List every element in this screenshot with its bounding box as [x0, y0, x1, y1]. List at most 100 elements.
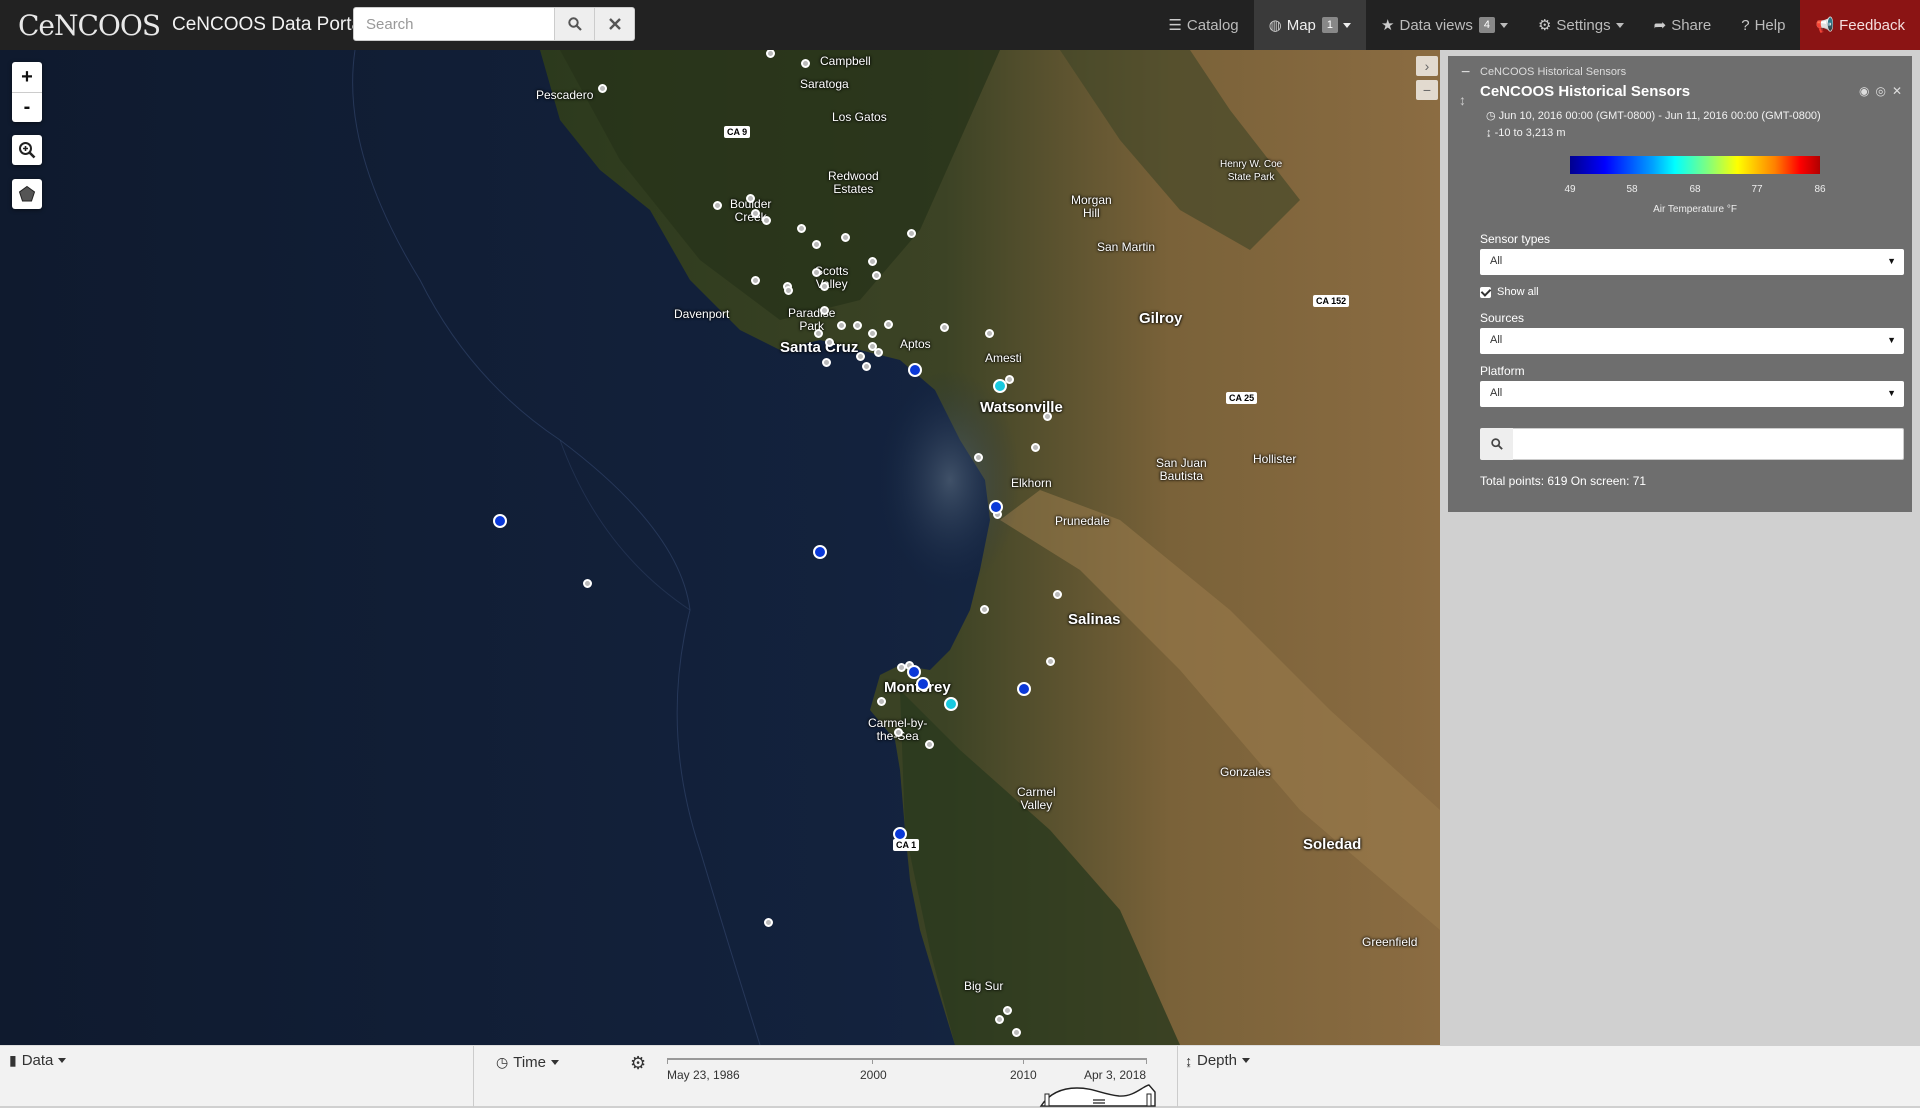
sensor-marker[interactable]: [764, 918, 773, 927]
sensor-marker[interactable]: [925, 740, 934, 749]
sensor-marker[interactable]: [894, 728, 903, 737]
layer-settings-icon[interactable]: ◎: [1875, 84, 1885, 98]
sensor-types-select[interactable]: All ▼: [1480, 249, 1904, 275]
checkbox-checked-icon[interactable]: [1480, 286, 1491, 298]
sensor-marker[interactable]: [814, 329, 823, 338]
sensor-marker[interactable]: [980, 605, 989, 614]
sources-select[interactable]: All ▼: [1480, 328, 1904, 354]
nav-feedback[interactable]: 📢 Feedback: [1800, 0, 1920, 50]
sources-label: Sources: [1480, 311, 1525, 325]
draw-polygon-button[interactable]: [12, 179, 42, 209]
sensor-types-label: Sensor types: [1480, 232, 1551, 246]
sensor-marker[interactable]: [583, 579, 592, 588]
brush-handle-left[interactable]: [1044, 1093, 1050, 1107]
clear-search-button[interactable]: [595, 7, 635, 41]
brush-handle-right[interactable]: [1146, 1093, 1152, 1107]
sensor-marker[interactable]: [713, 201, 722, 210]
sensor-marker[interactable]: [797, 224, 806, 233]
sensor-marker[interactable]: [837, 321, 846, 330]
nav-help[interactable]: ? Help: [1726, 0, 1800, 50]
brand[interactable]: CeNCOOS CeNCOOS Data Portal: [18, 9, 366, 42]
sensor-marker-blue[interactable]: [813, 545, 827, 559]
sensor-marker[interactable]: [907, 229, 916, 238]
map-canvas[interactable]: Campbell Saratoga Pescadero Los Gatos Re…: [0, 50, 1440, 1045]
sensor-marker[interactable]: [812, 268, 821, 277]
sensor-marker[interactable]: [856, 352, 865, 361]
dropdown-arrow-icon: ▼: [1887, 335, 1896, 345]
place-label: San Martin: [1097, 240, 1156, 254]
collapse-layer-button[interactable]: −: [1461, 64, 1470, 82]
nav-data-views[interactable]: ★ Data views 4: [1366, 0, 1523, 50]
nav-map[interactable]: ◍ Map 1: [1253, 0, 1367, 50]
sensor-marker-blue[interactable]: [908, 363, 922, 377]
time-brush[interactable]: [1039, 1082, 1159, 1108]
nav-feedback-label: Feedback: [1839, 16, 1905, 34]
nav-catalog[interactable]: ☰ Catalog: [1153, 0, 1253, 50]
sensor-marker[interactable]: [751, 276, 760, 285]
sensor-marker-blue[interactable]: [893, 827, 907, 841]
sensor-marker[interactable]: [1012, 1028, 1021, 1037]
sensor-marker[interactable]: [874, 348, 883, 357]
sensor-marker[interactable]: [1003, 1006, 1012, 1015]
sensor-marker-blue[interactable]: [493, 514, 507, 528]
platform-select[interactable]: All ▼: [1480, 381, 1904, 407]
sensor-marker[interactable]: [940, 323, 949, 332]
app-title: CeNCOOS Data Portal: [172, 14, 367, 35]
time-settings-button[interactable]: ⚙: [630, 1053, 646, 1074]
sensor-marker-blue[interactable]: [989, 500, 1003, 514]
sensor-marker[interactable]: [877, 697, 886, 706]
zoom-in-button[interactable]: +: [12, 62, 42, 92]
data-views-count-badge: 4: [1478, 17, 1495, 33]
zoom-out-button[interactable]: -: [12, 92, 42, 122]
sensor-marker[interactable]: [985, 329, 994, 338]
show-all-checkbox[interactable]: Show all: [1480, 286, 1539, 298]
sensor-marker[interactable]: [853, 321, 862, 330]
sensor-marker[interactable]: [1043, 412, 1052, 421]
sensor-marker[interactable]: [822, 358, 831, 367]
filter-search-button[interactable]: [1480, 428, 1513, 460]
depth-dropdown[interactable]: ↨ Depth: [1185, 1052, 1251, 1069]
sensor-marker-cyan[interactable]: [944, 697, 958, 711]
sensor-marker[interactable]: [884, 320, 893, 329]
nav-share[interactable]: ➦ Share: [1639, 0, 1727, 50]
sensor-marker[interactable]: [872, 271, 881, 280]
filter-input[interactable]: [1513, 428, 1904, 460]
search-button[interactable]: [555, 7, 595, 41]
visibility-icon[interactable]: ◉: [1859, 84, 1869, 98]
nav-settings[interactable]: ⚙ Settings: [1523, 0, 1639, 50]
sensor-marker[interactable]: [746, 194, 755, 203]
sensor-marker[interactable]: [812, 240, 821, 249]
place-label: Elkhorn: [1011, 476, 1052, 490]
zoom-box-button[interactable]: [12, 135, 42, 165]
sensor-marker[interactable]: [801, 59, 810, 68]
sensor-marker[interactable]: [868, 257, 877, 266]
time-dropdown[interactable]: ◷ Time: [496, 1054, 559, 1071]
sensor-marker[interactable]: [784, 286, 793, 295]
data-dropdown[interactable]: ▮ Data: [9, 1052, 67, 1069]
sensor-marker[interactable]: [995, 1015, 1004, 1024]
time-slider[interactable]: May 23, 1986 2000 2010 Apr 3, 2018: [667, 1056, 1156, 1107]
search-input[interactable]: [353, 7, 555, 41]
sensor-marker[interactable]: [1031, 443, 1040, 452]
sensor-marker-blue[interactable]: [916, 677, 930, 691]
sensor-marker[interactable]: [751, 209, 760, 218]
sensor-marker[interactable]: [598, 84, 607, 93]
minimize-panel-button[interactable]: −: [1416, 80, 1438, 100]
collapse-panel-button[interactable]: ›: [1416, 56, 1438, 76]
sensor-marker-cyan[interactable]: [993, 379, 1007, 393]
nav-data-views-label: Data views: [1399, 16, 1473, 34]
sensor-marker[interactable]: [762, 216, 771, 225]
sensor-marker[interactable]: [841, 233, 850, 242]
sensor-marker[interactable]: [825, 338, 834, 347]
sensor-marker[interactable]: [1046, 657, 1055, 666]
nav-map-label: Map: [1286, 16, 1316, 34]
sensor-marker[interactable]: [862, 362, 871, 371]
sensor-marker-blue[interactable]: [1017, 682, 1031, 696]
sensor-marker[interactable]: [1053, 590, 1062, 599]
sensor-marker[interactable]: [820, 306, 829, 315]
sensor-marker[interactable]: [820, 282, 829, 291]
close-icon[interactable]: ✕: [1892, 84, 1902, 98]
sensor-marker[interactable]: [974, 453, 983, 462]
sensor-marker[interactable]: [868, 329, 877, 338]
drag-handle-icon[interactable]: ↕: [1459, 92, 1466, 108]
